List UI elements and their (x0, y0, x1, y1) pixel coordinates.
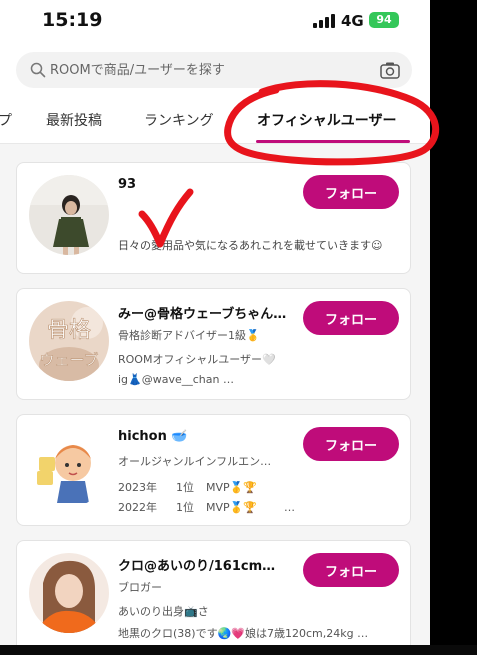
search-input[interactable] (50, 52, 380, 88)
tab-official-users[interactable]: オフィシャルユーザー (257, 110, 396, 130)
follow-button[interactable]: フォロー (303, 175, 399, 209)
user-name[interactable]: hichon 🥣 (118, 429, 298, 444)
user-card[interactable]: 93 日々の愛用品や気になるあれこれを載せていきます☺ フォロー (16, 162, 411, 274)
tab-latest-posts[interactable]: 最新投稿 (46, 110, 102, 130)
user-bio-line: 地黒のクロ(38)です🌏💗娘は7歳120cm,24kg … (118, 627, 369, 640)
screen-edge-bottom (0, 645, 477, 655)
award-title: MVP🥇🏆 (206, 501, 258, 514)
user-bio: 日々の愛用品や気になるあれこれを載せていきます☺ (118, 239, 383, 252)
avatar[interactable]: 骨格 ウェーブ (29, 301, 109, 381)
screen-edge (430, 0, 477, 655)
battery-level: 94 (376, 13, 392, 26)
award-rank: 1位 (176, 501, 194, 514)
user-bio-line: ROOMオフィシャルユーザー🤍 (118, 353, 276, 366)
user-name[interactable]: 93 (118, 177, 298, 192)
award-title: MVP🥇🏆 (206, 481, 258, 494)
search-icon (30, 62, 46, 78)
search-bar (0, 44, 430, 96)
user-card[interactable]: クロ@あいのり/161cm… ブロガー あいのり出身📺さ 地黒のクロ(38)です… (16, 540, 411, 645)
user-card[interactable]: hichon 🥣 オールジャンルインフルエン… 2023年 1位 MVP🥇🏆 202… (16, 414, 411, 526)
signal-icon (313, 14, 337, 28)
award-rank: 1位 (176, 481, 194, 494)
battery-icon: 94 (369, 12, 399, 28)
user-card[interactable]: 骨格 ウェーブ みー@骨格ウェーブちゃん… 骨格診断アドバイザー1級🥇 ROOM… (16, 288, 411, 400)
follow-button[interactable]: フォロー (303, 553, 399, 587)
avatar[interactable] (29, 427, 109, 507)
user-bio-line: ブロガー (118, 581, 162, 594)
avatar-logo-text-1: 骨格 (47, 318, 91, 343)
tab-partial[interactable]: プ (0, 110, 12, 130)
avatar[interactable] (29, 175, 109, 255)
follow-button[interactable]: フォロー (303, 427, 399, 461)
user-name[interactable]: みー@骨格ウェーブちゃん… (118, 303, 298, 322)
award-year: 2023年 (118, 481, 157, 494)
user-bio-line: オールジャンルインフルエン… (118, 455, 272, 468)
network-label: 4G (341, 12, 364, 30)
award-row: 2023年 1位 MVP🥇🏆 (118, 479, 257, 495)
camera-icon[interactable] (380, 61, 400, 79)
status-bar: 15:19 4G 94 (0, 0, 430, 44)
app-screen: 15:19 4G 94 プ 最新投稿 ランキング オフィ (0, 0, 430, 645)
tab-ranking[interactable]: ランキング (144, 110, 214, 130)
award-year: 2022年 (118, 501, 157, 514)
award-more: … (284, 501, 295, 514)
user-bio-line: あいのり出身📺さ (118, 605, 209, 618)
user-name[interactable]: クロ@あいのり/161cm… (118, 555, 298, 574)
award-row: 2022年 1位 MVP🥇🏆 … (118, 499, 295, 515)
tab-bar: プ 最新投稿 ランキング オフィシャルユーザー (0, 96, 430, 144)
avatar[interactable] (29, 553, 109, 633)
active-tab-indicator (256, 140, 410, 143)
avatar-logo-text-2: ウェーブ (39, 351, 98, 369)
status-time: 15:19 (42, 9, 103, 31)
user-bio-line: 骨格診断アドバイザー1級🥇 (118, 329, 260, 342)
user-bio-line: ig👗@wave__chan … (118, 373, 234, 386)
search-field[interactable] (16, 52, 412, 88)
follow-button[interactable]: フォロー (303, 301, 399, 335)
